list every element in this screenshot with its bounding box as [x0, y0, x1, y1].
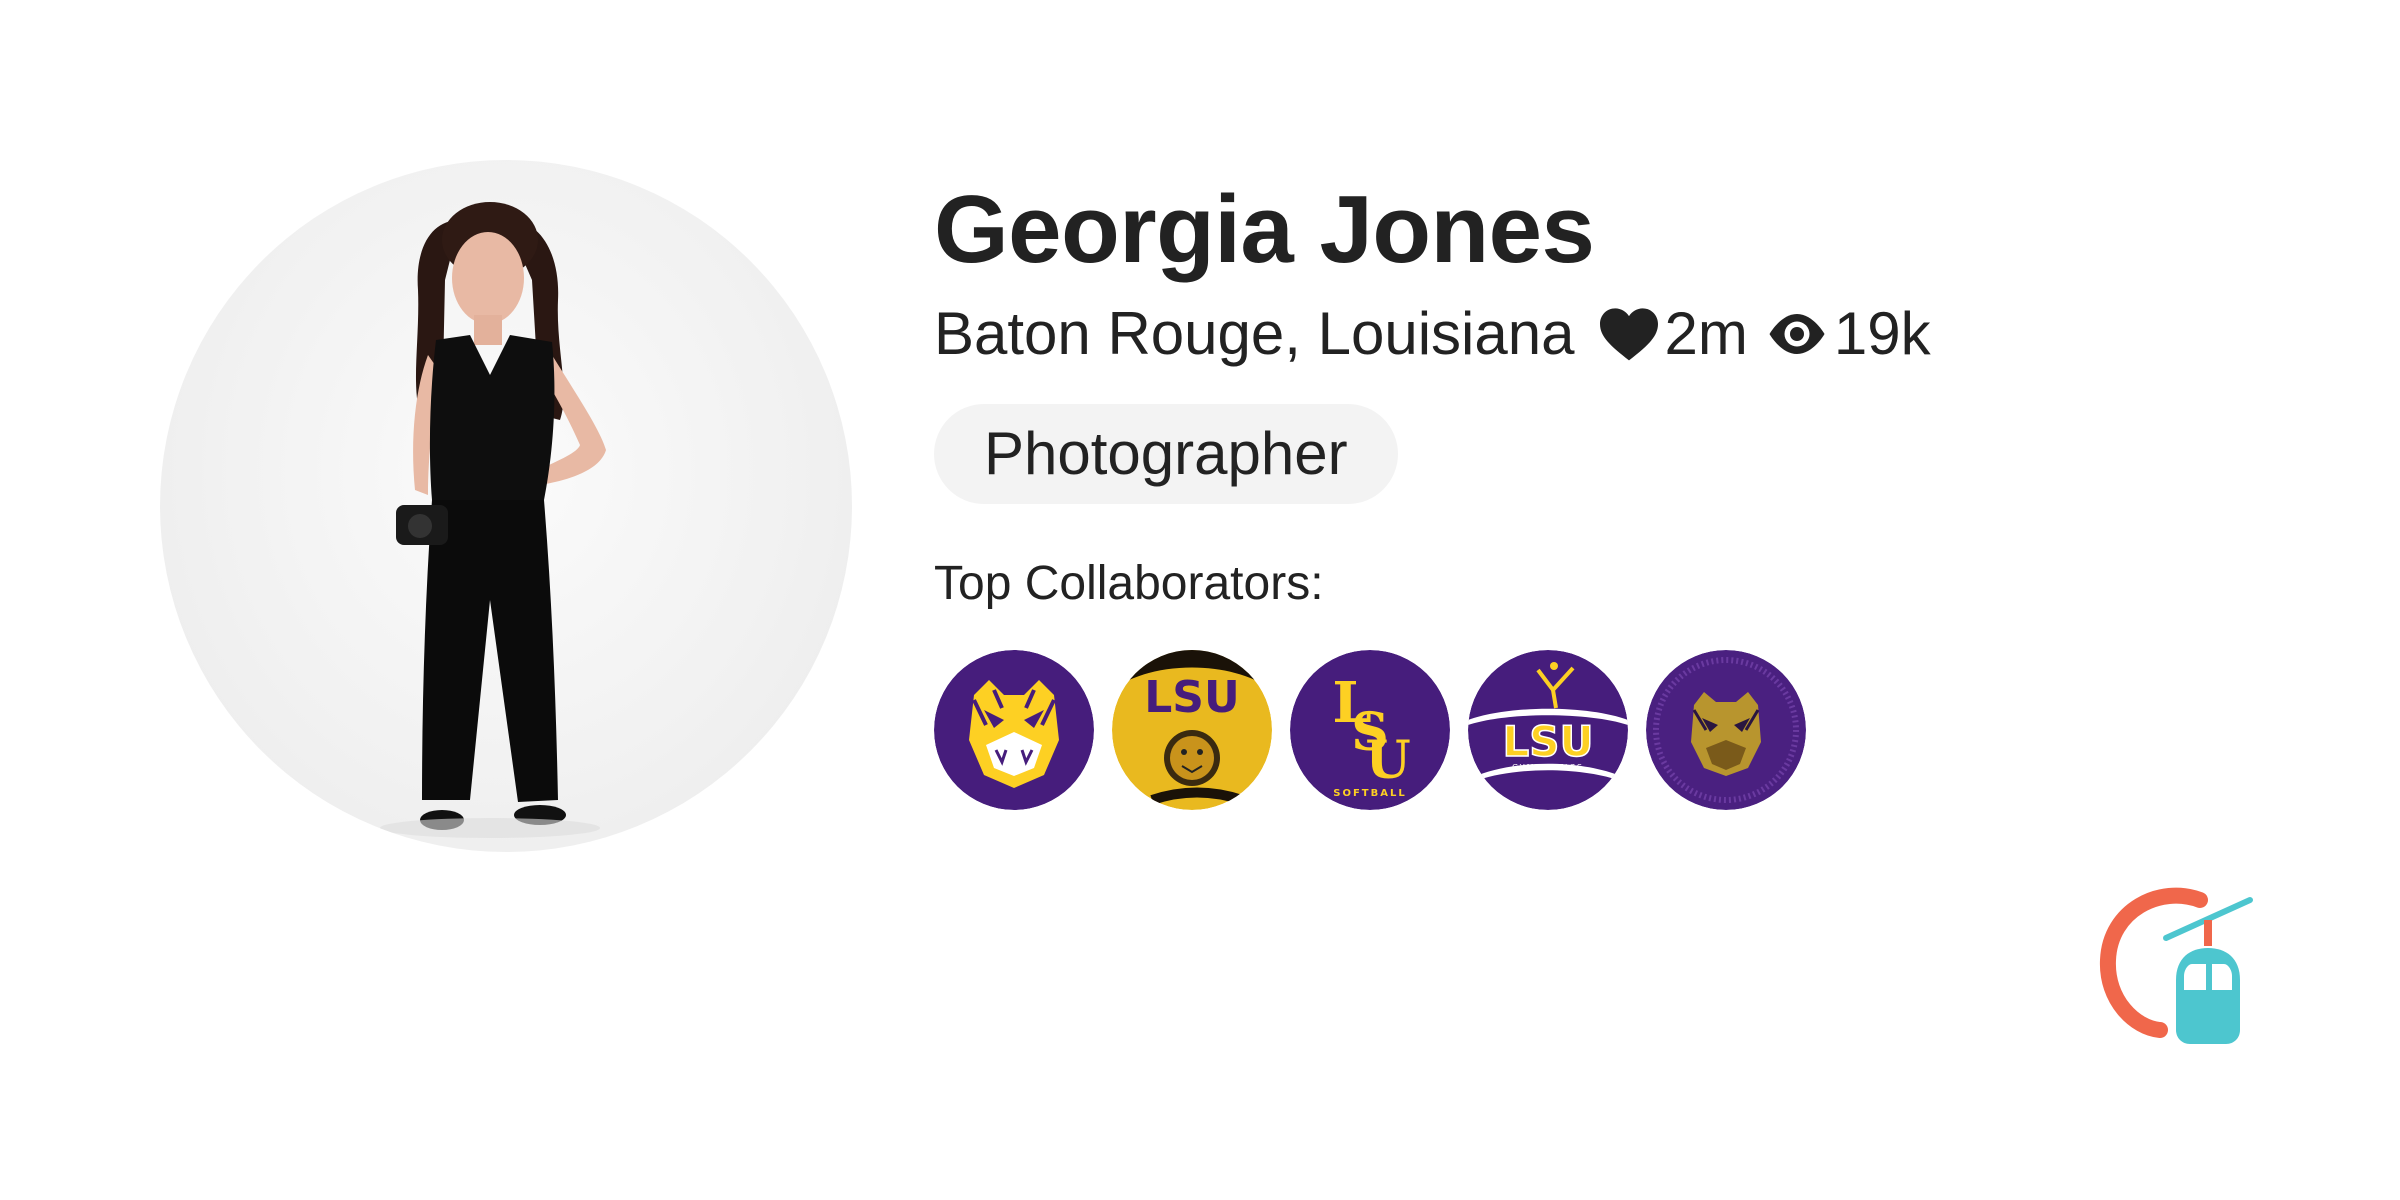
collaborators-heading: Top Collaborators: [934, 557, 1324, 610]
profile-info: Georgia Jones Baton Rouge, Louisiana 2m … [934, 170, 2134, 810]
collaborator-avatar[interactable]: LSU [1112, 650, 1272, 810]
lsu-helmet-logo-icon: LSU [1112, 650, 1272, 810]
gymnastics-label: GYMNASTICS [1512, 763, 1584, 772]
profile-location: Baton Rouge, Louisiana [934, 300, 1575, 367]
eye-icon [1769, 314, 1825, 354]
profile-name: Georgia Jones [934, 176, 1595, 283]
likes-count: 2m [1664, 300, 1748, 367]
profile-card: Georgia Jones Baton Rouge, Louisiana 2m … [0, 0, 2400, 1200]
gondola-logo-icon [2099, 887, 2253, 1044]
lsu-softball-logo-icon: L S U SOFTBALL [1290, 650, 1450, 810]
softball-label: SOFTBALL [1333, 788, 1406, 799]
likes-stat[interactable]: 2m [1597, 304, 1748, 364]
collaborator-avatar[interactable]: L S U SOFTBALL [1290, 650, 1450, 810]
svg-text:U: U [1365, 730, 1410, 791]
gymnastics-lsu-text: LSU [1502, 717, 1593, 766]
profile-meta: Baton Rouge, Louisiana 2m 19k [934, 304, 2134, 364]
role-tag[interactable]: Photographer [934, 404, 1398, 504]
collaborator-avatar[interactable] [934, 650, 1094, 810]
collaborator-avatar[interactable] [1646, 650, 1806, 810]
brand-logo[interactable] [2080, 880, 2260, 1060]
lsu-gymnastics-logo-icon: LSU GYMNASTICS [1468, 650, 1628, 810]
helmet-lsu-text: LSU [1144, 672, 1239, 723]
lsu-tiger-face-logo-icon [934, 650, 1094, 810]
person-photo-icon [380, 202, 606, 838]
views-stat[interactable]: 19k [1764, 304, 1931, 364]
collaborators-list: LSU L S U SOFTBALL LSU GYMNASTICS [934, 650, 2134, 810]
lsu-gold-tiger-logo-icon [1646, 650, 1806, 810]
views-count: 19k [1833, 300, 1931, 367]
profile-avatar[interactable] [160, 160, 852, 852]
heart-icon [1599, 308, 1658, 361]
collaborator-avatar[interactable]: LSU GYMNASTICS [1468, 650, 1628, 810]
